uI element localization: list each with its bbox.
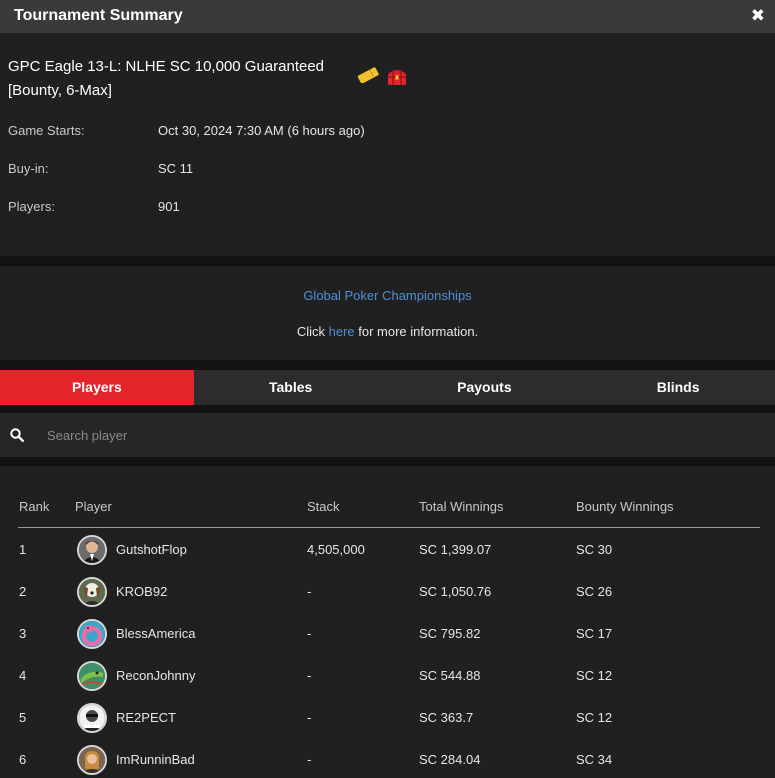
table-row[interactable]: 1 GutshotFlop 4,505,000 SC 1,399.07 SC 3… bbox=[18, 528, 760, 570]
header-total-winnings[interactable]: Total Winnings bbox=[419, 499, 504, 514]
tournament-info-panel: GPC Eagle 13-L: NLHE SC 10,000 Guarantee… bbox=[0, 33, 775, 256]
players-label: Players: bbox=[8, 199, 55, 214]
rank-cell: 6 bbox=[19, 752, 27, 767]
search-bar bbox=[0, 413, 775, 457]
more-info-prefix: Click bbox=[296, 324, 329, 339]
game-starts-label: Game Starts: bbox=[8, 123, 85, 138]
total-winnings-cell: SC 363.7 bbox=[419, 710, 474, 725]
tab-payouts[interactable]: Payouts bbox=[388, 370, 582, 405]
player-name[interactable]: ReconJohnny bbox=[116, 668, 196, 683]
player-name[interactable]: ImRunninBad bbox=[116, 752, 195, 767]
total-winnings-cell: SC 795.82 bbox=[419, 626, 481, 641]
stack-cell: - bbox=[307, 584, 312, 599]
header-player[interactable]: Player bbox=[75, 499, 112, 514]
window-title: Tournament Summary bbox=[14, 7, 183, 24]
players-table: Rank Player Stack Total Winnings Bounty … bbox=[0, 466, 775, 778]
table-row[interactable]: 3 BlessAmerica - SC 795.82 SC 17 bbox=[18, 612, 760, 654]
avatar bbox=[77, 703, 107, 733]
search-icon bbox=[10, 428, 25, 447]
total-winnings-cell: SC 544.88 bbox=[419, 668, 481, 683]
rank-cell: 4 bbox=[19, 668, 27, 683]
bounty-winnings-cell: SC 30 bbox=[576, 542, 613, 557]
table-row[interactable]: 2 KROB92 - SC 1,050.76 SC 26 bbox=[18, 570, 760, 612]
player-name[interactable]: GutshotFlop bbox=[116, 542, 187, 557]
avatar bbox=[77, 577, 107, 607]
table-row[interactable]: 4 ReconJohnny - SC 544.88 SC 12 bbox=[18, 654, 760, 696]
table-row[interactable]: 6 ImRunninBad - SC 284.04 SC 34 bbox=[18, 738, 760, 778]
total-winnings-cell: SC 1,050.76 bbox=[419, 584, 492, 599]
bounty-winnings-cell: SC 12 bbox=[576, 710, 613, 725]
bounty-winnings-cell: SC 34 bbox=[576, 752, 613, 767]
players-value: 901 bbox=[158, 199, 180, 214]
more-info-text: Click here for more information. bbox=[0, 324, 775, 339]
header-stack[interactable]: Stack bbox=[307, 499, 340, 514]
stack-cell: 4,505,000 bbox=[307, 542, 365, 557]
stack-cell: - bbox=[307, 752, 312, 767]
title-bar: Tournament Summary ✖ bbox=[0, 0, 775, 33]
tournament-name: GPC Eagle 13-L: NLHE SC 10,000 Guarantee… bbox=[8, 58, 325, 99]
avatar bbox=[77, 619, 107, 649]
table-header: Rank Player Stack Total Winnings Bounty … bbox=[18, 466, 760, 528]
stack-cell: - bbox=[307, 710, 312, 725]
player-name[interactable]: BlessAmerica bbox=[116, 626, 195, 641]
header-bounty-winnings[interactable]: Bounty Winnings bbox=[576, 499, 674, 514]
tab-blinds[interactable]: Blinds bbox=[581, 370, 775, 405]
search-input[interactable] bbox=[40, 421, 740, 449]
treasure-chest-icon bbox=[386, 67, 408, 92]
tab-players[interactable]: Players bbox=[0, 370, 194, 405]
avatar bbox=[77, 745, 107, 775]
header-rank[interactable]: Rank bbox=[19, 499, 49, 514]
total-winnings-cell: SC 284.04 bbox=[419, 752, 481, 767]
table-row[interactable]: 5 RE2PECT - SC 363.7 SC 12 bbox=[18, 696, 760, 738]
more-info-suffix: for more information. bbox=[354, 324, 479, 339]
ticket-icon bbox=[357, 67, 379, 88]
buy-in-label: Buy-in: bbox=[8, 161, 49, 176]
player-name[interactable]: KROB92 bbox=[116, 584, 167, 599]
rank-cell: 2 bbox=[19, 584, 27, 599]
stack-cell: - bbox=[307, 626, 312, 641]
close-icon[interactable]: ✖ bbox=[751, 7, 765, 25]
total-winnings-cell: SC 1,399.07 bbox=[419, 542, 492, 557]
rank-cell: 5 bbox=[19, 710, 27, 725]
series-info-panel: Global Poker Championships Click here fo… bbox=[0, 266, 775, 360]
bounty-winnings-cell: SC 26 bbox=[576, 584, 613, 599]
tab-tables[interactable]: Tables bbox=[194, 370, 388, 405]
player-name[interactable]: RE2PECT bbox=[116, 710, 176, 725]
tab-bar: Players Tables Payouts Blinds bbox=[0, 370, 775, 405]
avatar bbox=[77, 535, 107, 565]
game-starts-value: Oct 30, 2024 7:30 AM (6 hours ago) bbox=[158, 123, 365, 138]
rank-cell: 3 bbox=[19, 626, 27, 641]
rank-cell: 1 bbox=[19, 542, 27, 557]
bounty-winnings-cell: SC 17 bbox=[576, 626, 613, 641]
stack-cell: - bbox=[307, 668, 312, 683]
here-link[interactable]: here bbox=[329, 324, 355, 339]
buy-in-value: SC 11 bbox=[158, 161, 194, 176]
avatar bbox=[77, 661, 107, 691]
bounty-winnings-cell: SC 12 bbox=[576, 668, 613, 683]
series-link[interactable]: Global Poker Championships bbox=[0, 288, 775, 303]
